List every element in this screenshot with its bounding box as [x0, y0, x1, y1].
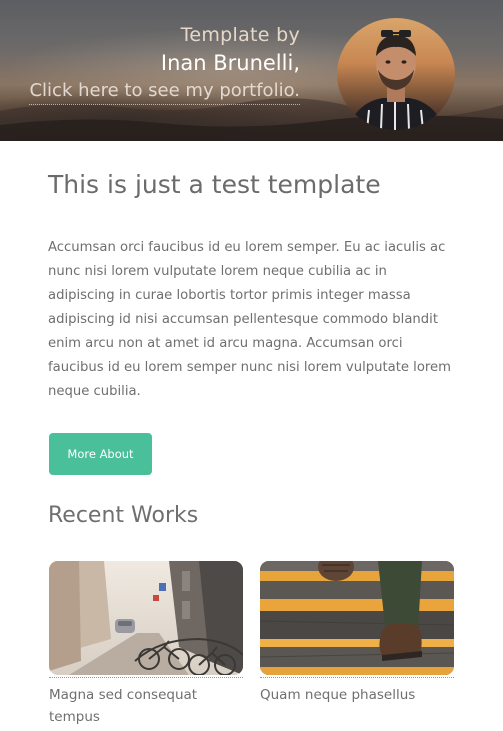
template-by-label: Template by	[180, 24, 300, 46]
work-card: Magna sed consequat tempus	[49, 561, 243, 728]
avatar	[337, 18, 455, 130]
header-banner: Template by Inan Brunelli, Click here to…	[0, 0, 503, 141]
recent-works-heading: Recent Works	[48, 503, 199, 528]
header-text: Template by Inan Brunelli, Click here to…	[29, 22, 300, 105]
divider	[49, 677, 243, 678]
work-caption[interactable]: Magna sed consequat tempus	[49, 684, 243, 728]
page-title: This is just a test template	[48, 170, 381, 199]
work-thumbnail-stairs[interactable]	[260, 561, 454, 675]
work-caption[interactable]: Quam neque phasellus	[260, 684, 454, 706]
intro-paragraph: Accumsan orci faucibus id eu lorem sempe…	[48, 240, 452, 399]
portfolio-link[interactable]: Click here to see my portfolio.	[29, 78, 300, 105]
author-name: Inan Brunelli,	[160, 51, 300, 75]
more-about-button[interactable]: More About	[49, 433, 152, 475]
work-card: Quam neque phasellus	[260, 561, 454, 706]
work-thumbnail-street[interactable]	[49, 561, 243, 675]
divider	[260, 677, 454, 678]
